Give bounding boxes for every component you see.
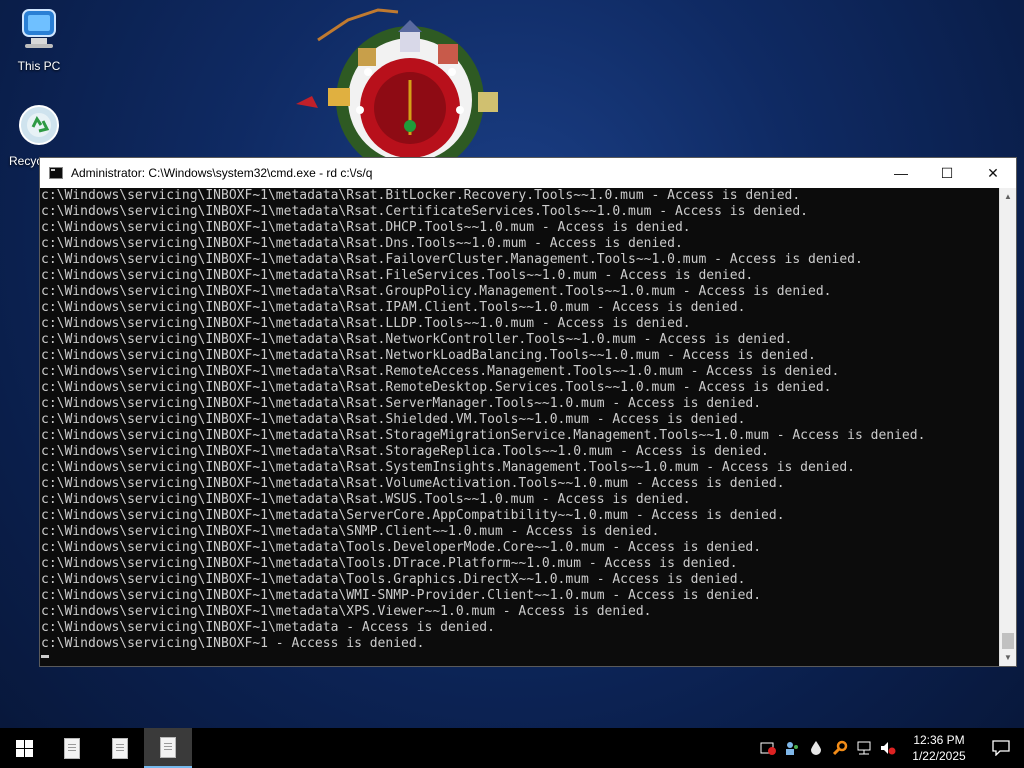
close-button[interactable]: ✕ [970,158,1016,188]
start-button[interactable] [0,728,48,768]
console-line: c:\Windows\servicing\INBOXF~1\metadata\R… [41,380,832,395]
volume-muted-icon[interactable] [876,728,900,768]
console-line: c:\Windows\servicing\INBOXF~1\metadata\R… [41,396,762,411]
minimize-button[interactable]: — [878,158,924,188]
console-line: c:\Windows\servicing\INBOXF~1\metadata\S… [41,524,660,539]
taskbar-app-notepad-3[interactable] [144,728,192,768]
maximize-button[interactable]: ☐ [924,158,970,188]
system-tray: 12:36 PM 1/22/2025 [756,728,1024,768]
console-line: c:\Windows\servicing\INBOXF~1\metadata\R… [41,444,769,459]
window-title: Administrator: C:\Windows\system32\cmd.e… [71,166,373,180]
security-alert-icon[interactable] [756,728,780,768]
console-line: c:\Windows\servicing\INBOXF~1\metadata\R… [41,460,855,475]
console-line: c:\Windows\servicing\INBOXF~1\metadata\R… [41,300,746,315]
network-people-icon[interactable] [780,728,804,768]
desktop-icon-this-pc[interactable]: This PC [1,6,77,73]
taskbar-clock[interactable]: 12:36 PM 1/22/2025 [900,732,978,764]
console-line: c:\Windows\servicing\INBOXF~1\metadata\R… [41,188,801,203]
clock-time: 12:36 PM [913,733,965,747]
taskbar-app-notepad-1[interactable] [48,728,96,768]
vertical-scrollbar[interactable]: ▲ ▼ [999,188,1016,666]
console-cursor [41,655,49,658]
console-line: c:\Windows\servicing\INBOXF~1\metadata -… [41,620,495,635]
console-line: c:\Windows\servicing\INBOXF~1\metadata\S… [41,508,785,523]
console-line: c:\Windows\servicing\INBOXF~1\metadata\R… [41,236,683,251]
notepad-icon [112,737,128,759]
console-line: c:\Windows\servicing\INBOXF~1\metadata\R… [41,204,809,219]
action-center-icon[interactable] [978,728,1024,768]
network-icon[interactable] [852,728,876,768]
console-line: c:\Windows\servicing\INBOXF~1 - Access i… [41,636,425,651]
water-drop-icon[interactable] [804,728,828,768]
console-line: c:\Windows\servicing\INBOXF~1\metadata\R… [41,268,754,283]
cmd-app-icon [49,167,63,179]
console-line: c:\Windows\servicing\INBOXF~1\metadata\W… [41,588,762,603]
wallpaper-christmas-ornament [296,8,498,170]
desktop-icon-label: This PC [17,59,61,73]
notepad-icon [160,736,176,758]
console-line: c:\Windows\servicing\INBOXF~1\metadata\T… [41,572,746,587]
taskbar: 12:36 PM 1/22/2025 [0,728,1024,768]
notepad-icon [64,737,80,759]
console-line: c:\Windows\servicing\INBOXF~1\metadata\R… [41,220,691,235]
console-line: c:\Windows\servicing\INBOXF~1\metadata\R… [41,332,793,347]
console-line: c:\Windows\servicing\INBOXF~1\metadata\T… [41,540,762,555]
console-line: c:\Windows\servicing\INBOXF~1\metadata\R… [41,412,746,427]
scroll-down-arrow-icon[interactable]: ▼ [1000,649,1016,666]
console-line: c:\Windows\servicing\INBOXF~1\metadata\T… [41,556,738,571]
console-output[interactable]: c:\Windows\servicing\INBOXF~1\metadata\R… [40,188,999,666]
cmd-window[interactable]: Administrator: C:\Windows\system32\cmd.e… [39,157,1017,667]
scrollbar-thumb[interactable] [1002,633,1014,649]
scroll-up-arrow-icon[interactable]: ▲ [1000,188,1016,205]
search-key-icon[interactable] [828,728,852,768]
console-line: c:\Windows\servicing\INBOXF~1\metadata\R… [41,364,840,379]
computer-icon [22,9,56,48]
windows-logo-icon [15,739,33,757]
console-line: c:\Windows\servicing\INBOXF~1\metadata\R… [41,252,863,267]
console-line: c:\Windows\servicing\INBOXF~1\metadata\R… [41,284,832,299]
console-line: c:\Windows\servicing\INBOXF~1\metadata\R… [41,348,816,363]
recycle-bin-icon [19,105,59,145]
console-line: c:\Windows\servicing\INBOXF~1\metadata\R… [41,476,785,491]
clock-date: 1/22/2025 [912,749,966,763]
cmd-titlebar[interactable]: Administrator: C:\Windows\system32\cmd.e… [40,158,1016,188]
console-line: c:\Windows\servicing\INBOXF~1\metadata\R… [41,316,691,331]
console-line: c:\Windows\servicing\INBOXF~1\metadata\R… [41,492,691,507]
console-line: c:\Windows\servicing\INBOXF~1\metadata\R… [41,428,926,443]
taskbar-app-notepad-2[interactable] [96,728,144,768]
console-line: c:\Windows\servicing\INBOXF~1\metadata\X… [41,604,652,619]
